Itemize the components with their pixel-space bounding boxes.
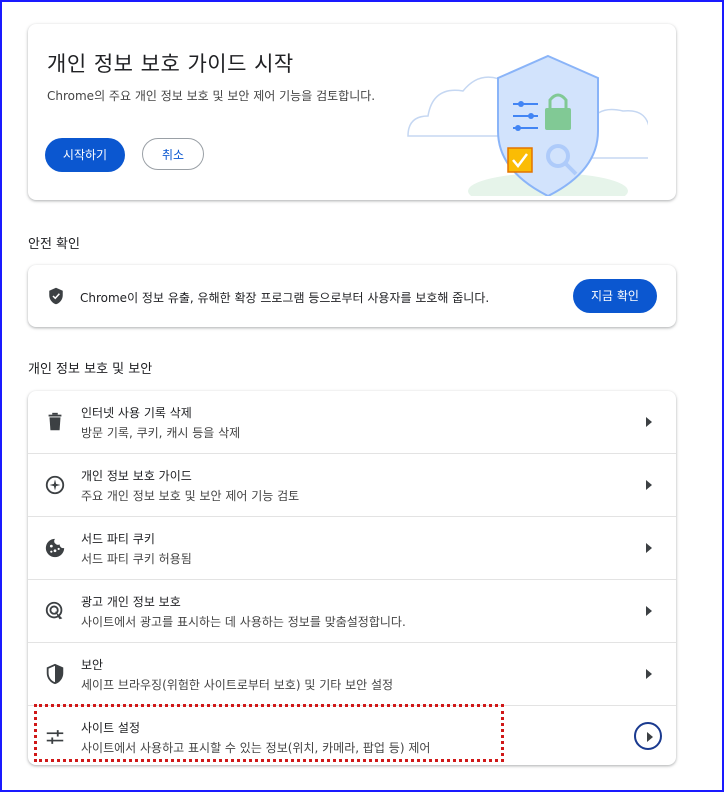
chevron-right-icon (647, 732, 653, 742)
row-title: 서드 파티 쿠키 (81, 532, 155, 546)
row-subtitle: 서드 파티 쿠키 허용됨 (81, 552, 192, 566)
row-title: 개인 정보 보호 가이드 (81, 469, 192, 483)
row-subtitle: 사이트에서 광고를 표시하는 데 사용하는 정보를 맞춤설정합니다. (81, 615, 406, 629)
privacy-security-heading: 개인 정보 보호 및 보안 (28, 362, 153, 377)
row-subtitle: 주요 개인 정보 보호 및 보안 제어 기능 검토 (81, 489, 300, 503)
safety-check-card: Chrome이 정보 유출, 유해한 확장 프로그램 등으로부터 사용자를 보호… (28, 265, 676, 327)
clear-browsing-data-row[interactable]: 인터넷 사용 기록 삭제 방문 기록, 쿠키, 캐시 등을 삭제 (28, 391, 676, 453)
chevron-right-icon (646, 417, 652, 427)
third-party-cookies-row[interactable]: 서드 파티 쿠키 서드 파티 쿠키 허용됨 (28, 517, 676, 579)
privacy-guide-illustration (407, 54, 648, 196)
compass-icon (45, 475, 65, 495)
row-title: 광고 개인 정보 보호 (81, 595, 181, 609)
ad-privacy-icon (45, 601, 63, 620)
privacy-guide-card: 개인 정보 보호 가이드 시작 Chrome의 주요 개인 정보 보호 및 보안… (28, 24, 676, 200)
privacy-guide-row[interactable]: 개인 정보 보호 가이드 주요 개인 정보 보호 및 보안 제어 기능 검토 (28, 454, 676, 516)
shield-check-icon (49, 287, 63, 305)
cookie-icon (45, 538, 65, 558)
chevron-right-icon (646, 480, 652, 490)
row-title: 사이트 설정 (81, 721, 141, 735)
site-settings-row[interactable]: 사이트 설정 사이트에서 사용하고 표시할 수 있는 정보(위치, 카메라, 팝… (28, 706, 676, 768)
chevron-right-icon (646, 543, 652, 553)
sliders-icon (46, 730, 64, 744)
guide-description: Chrome의 주요 개인 정보 보호 및 보안 제어 기능을 검토합니다. (47, 89, 376, 103)
cancel-button[interactable]: 취소 (142, 138, 204, 170)
privacy-security-card: 인터넷 사용 기록 삭제 방문 기록, 쿠키, 캐시 등을 삭제 개인 정보 보… (28, 391, 676, 765)
check-now-button[interactable]: 지금 확인 (573, 279, 657, 313)
safety-check-heading: 안전 확인 (28, 237, 80, 252)
guide-title: 개인 정보 보호 가이드 시작 (47, 52, 294, 76)
row-title: 보안 (81, 658, 104, 672)
row-subtitle: 방문 기록, 쿠키, 캐시 등을 삭제 (81, 426, 241, 440)
chevron-right-icon (646, 606, 652, 616)
trash-icon (48, 412, 62, 431)
chevron-right-icon (646, 669, 652, 679)
start-button[interactable]: 시작하기 (45, 138, 125, 172)
row-subtitle: 사이트에서 사용하고 표시할 수 있는 정보(위치, 카메라, 팝업 등) 제어 (81, 741, 431, 755)
safety-check-description: Chrome이 정보 유출, 유해한 확장 프로그램 등으로부터 사용자를 보호… (80, 291, 490, 305)
row-subtitle: 세이프 브라우징(위험한 사이트로부터 보호) 및 기타 보안 설정 (81, 678, 394, 692)
ad-privacy-row[interactable]: 광고 개인 정보 보호 사이트에서 광고를 표시하는 데 사용하는 정보를 맞춤… (28, 580, 676, 642)
security-row[interactable]: 보안 세이프 브라우징(위험한 사이트로부터 보호) 및 기타 보안 설정 (28, 643, 676, 705)
row-title: 인터넷 사용 기록 삭제 (81, 406, 192, 420)
shield-icon (46, 663, 64, 685)
